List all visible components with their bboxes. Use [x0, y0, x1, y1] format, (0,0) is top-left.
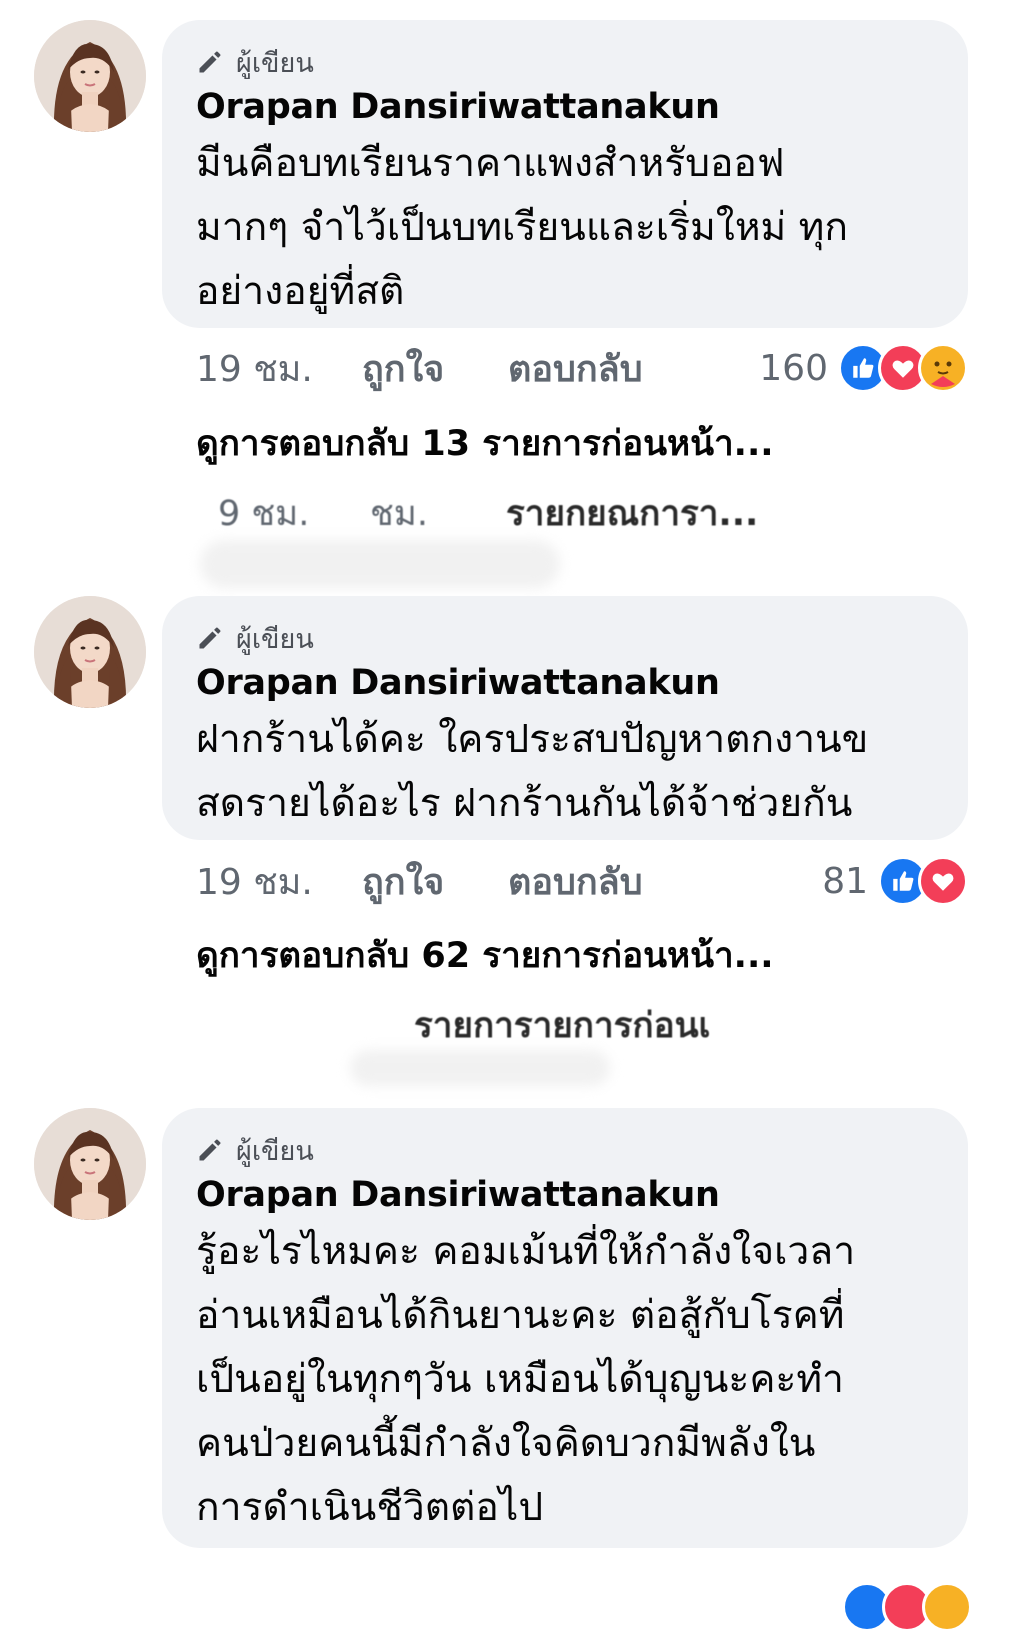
love-icon — [918, 856, 968, 906]
avatar[interactable] — [34, 20, 146, 132]
author-badge: ผู้เขียน — [196, 622, 934, 655]
pencil-icon — [199, 627, 221, 649]
view-previous-replies[interactable]: ดูการตอบกลับ 13 รายการก่อนหน้า... — [196, 416, 774, 471]
reply-button[interactable]: ตอบกลับ — [508, 853, 643, 910]
comment-actions: 19 ชม. ถูกใจ ตอบกลับ 81 — [196, 851, 968, 911]
blur-smudge — [350, 1050, 610, 1086]
ghost-text: 9 ชม. — [218, 494, 310, 534]
partial-reaction-icons — [842, 1582, 972, 1632]
author-badge-label: ผู้เขียน — [236, 623, 314, 655]
comment-bubble: ผู้เขียน Orapan Dansiriwattanakun ฝากร้า… — [162, 596, 968, 840]
profile-photo — [34, 20, 146, 132]
reactions-summary[interactable]: 160 — [759, 343, 968, 393]
commenter-name[interactable]: Orapan Dansiriwattanakun — [196, 660, 934, 706]
author-badge: ผู้เขียน — [196, 1134, 934, 1167]
comment-text: รู้อะไรไหมคะ คอมเม้นที่ให้กำลังใจเวลา อ่… — [196, 1229, 856, 1530]
view-previous-replies[interactable]: ดูการตอบกลับ 62 รายการก่อนหน้า... — [196, 928, 774, 983]
pencil-icon — [199, 1139, 221, 1161]
ghost-text: รายการายการก่อนเ — [414, 1006, 711, 1046]
author-badge-label: ผู้เขียน — [236, 1135, 314, 1167]
avatar[interactable] — [34, 1108, 146, 1220]
author-badge: ผู้เขียน — [196, 46, 934, 79]
profile-photo — [34, 1108, 146, 1220]
like-button[interactable]: ถูกใจ — [362, 340, 508, 397]
reply-button[interactable]: ตอบกลับ — [508, 340, 643, 397]
reaction-count: 160 — [759, 347, 828, 389]
author-badge-label: ผู้เขียน — [236, 47, 314, 79]
pencil-icon — [199, 51, 221, 73]
comment-bubble: ผู้เขียน Orapan Dansiriwattanakun มีนคือ… — [162, 20, 968, 328]
reaction-icons — [878, 856, 968, 906]
profile-photo — [34, 596, 146, 708]
care-icon — [922, 1582, 972, 1632]
like-button[interactable]: ถูกใจ — [362, 853, 508, 910]
reaction-count: 81 — [822, 860, 868, 902]
avatar[interactable] — [34, 596, 146, 708]
timestamp[interactable]: 19 ชม. — [196, 340, 362, 397]
commenter-name[interactable]: Orapan Dansiriwattanakun — [196, 1172, 934, 1218]
commenter-name[interactable]: Orapan Dansiriwattanakun — [196, 84, 934, 130]
care-icon — [918, 343, 968, 393]
reaction-icons — [838, 343, 968, 393]
timestamp[interactable]: 19 ชม. — [196, 853, 362, 910]
reactions-summary[interactable]: 81 — [822, 856, 968, 906]
ghost-text: ชม. — [370, 494, 428, 534]
comment-text: มีนคือบทเรียนราคาแพงสำหรับออฟ มากๆ จำไว้… — [196, 141, 848, 314]
comment-text: ฝากร้านได้คะ ใครประสบปัญหาตกงานข สดรายได… — [196, 717, 869, 826]
comment-actions: 19 ชม. ถูกใจ ตอบกลับ 160 — [196, 338, 968, 398]
blur-smudge — [200, 540, 560, 588]
ghost-text: รายกยณการา... — [506, 494, 759, 534]
comment-bubble: ผู้เขียน Orapan Dansiriwattanakun รู้อะไ… — [162, 1108, 968, 1548]
